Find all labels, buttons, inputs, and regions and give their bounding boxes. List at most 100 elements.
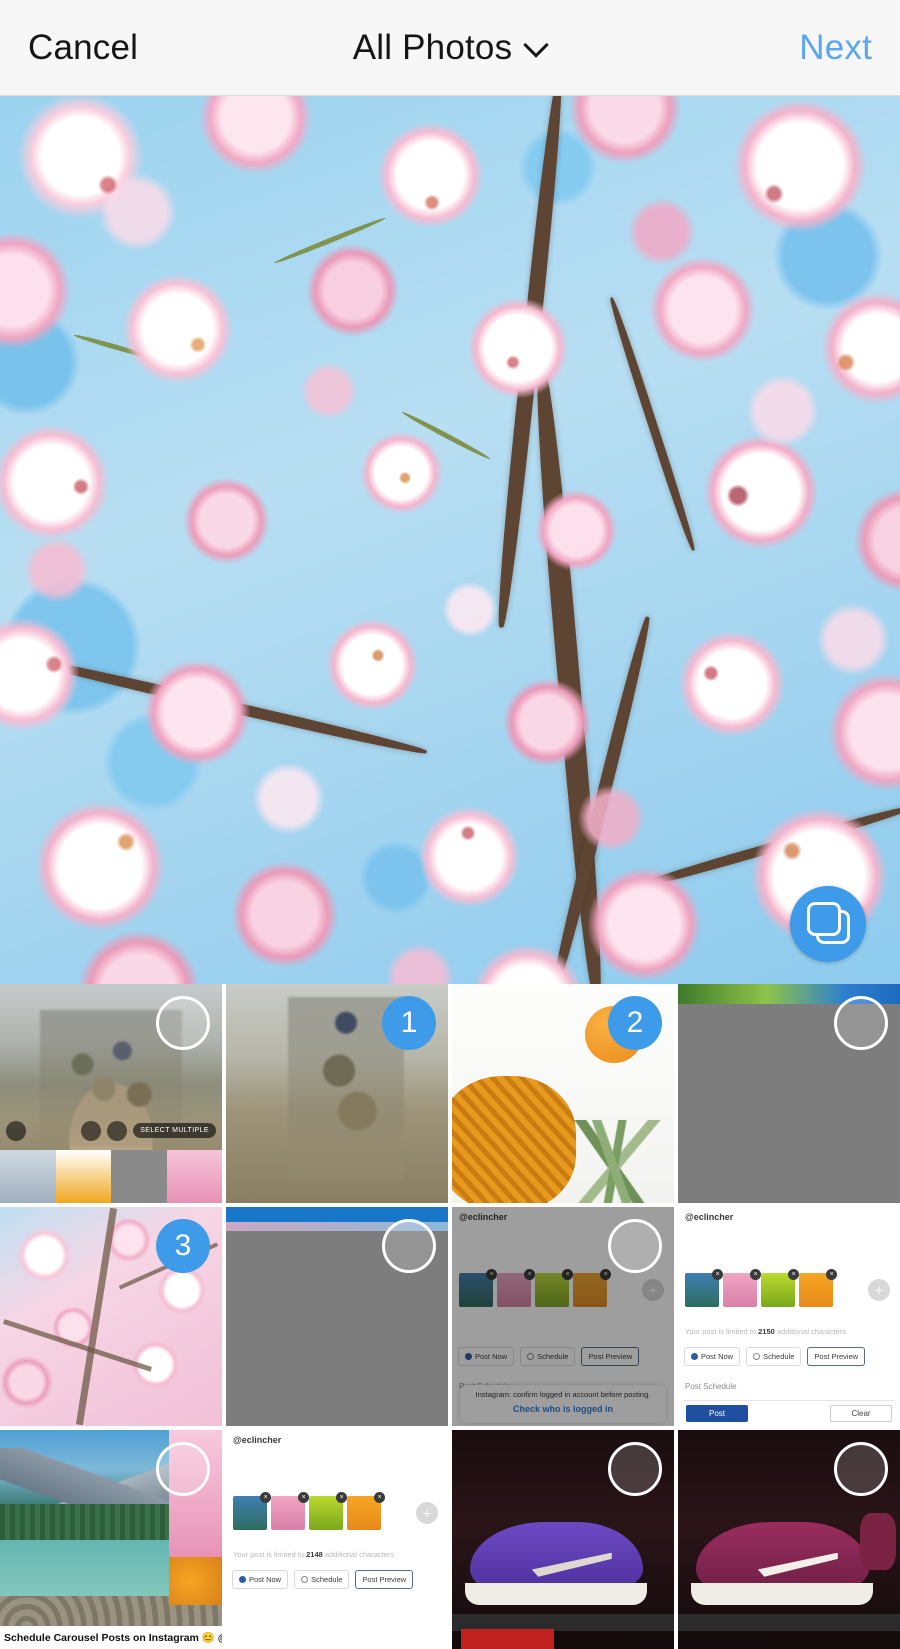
post-action-row: Post Now Schedule Post Preview — [458, 1347, 640, 1367]
x-remove-icon[interactable]: × — [712, 1268, 723, 1280]
media-thumb: × — [347, 1491, 385, 1530]
thumbnail-8[interactable]: @eclincher × × × × + Your post is limite… — [678, 1207, 900, 1426]
filmstrip-item — [111, 1150, 167, 1203]
thumbnail-4[interactable] — [678, 984, 900, 1203]
x-remove-icon[interactable]: × — [524, 1268, 535, 1280]
thumbnail-10[interactable]: @eclincher × × × × + Your post is limite… — [226, 1430, 448, 1649]
preview-image — [0, 96, 900, 984]
clear-button[interactable]: Clear — [830, 1405, 892, 1422]
shoe-sole — [465, 1583, 648, 1606]
shoe-sole — [691, 1583, 874, 1606]
media-thumb: × — [233, 1491, 271, 1530]
x-remove-icon[interactable]: × — [788, 1268, 799, 1280]
post-action-row: Post Now Schedule Post Preview — [232, 1570, 414, 1590]
char-count: 2150 — [758, 1327, 775, 1337]
selection-circle[interactable] — [382, 1219, 436, 1273]
media-thumbnail-row: × × × × — [459, 1268, 611, 1307]
next-button[interactable]: Next — [799, 28, 872, 68]
carousel-caption: Schedule Carousel Posts on Instagram 😊 @… — [0, 1626, 222, 1649]
media-thumb: × — [573, 1268, 611, 1307]
check-logged-in-link[interactable]: Check who is logged in — [513, 1404, 613, 1414]
post-now-button[interactable]: Post Now — [684, 1347, 741, 1367]
post-preview-button[interactable]: Post Preview — [807, 1347, 866, 1367]
clock-icon — [753, 1353, 761, 1361]
selection-circle[interactable] — [834, 1442, 888, 1496]
x-remove-icon[interactable]: × — [600, 1268, 611, 1280]
thumbnail-6[interactable] — [226, 1207, 448, 1426]
thumbnail-2[interactable]: 1 — [226, 984, 448, 1203]
post-now-button[interactable]: Post Now — [458, 1347, 515, 1367]
clock-icon — [527, 1353, 535, 1361]
selection-circle[interactable] — [382, 1442, 436, 1496]
selection-circle[interactable] — [156, 1442, 210, 1496]
alert-text: Instagram: confirm logged in account bef… — [475, 1390, 651, 1399]
cancel-button[interactable]: Cancel — [28, 28, 138, 68]
media-thumb: × — [535, 1268, 573, 1307]
plus-add-icon[interactable]: + — [868, 1279, 890, 1302]
selection-circle[interactable] — [156, 996, 210, 1050]
thumbnail-1[interactable]: SELECT MULTIPLE — [0, 984, 222, 1203]
selection-badge[interactable]: 3 — [156, 1219, 210, 1273]
select-multiple-bar: SELECT MULTIPLE — [0, 1115, 222, 1146]
thumbnail-12[interactable] — [678, 1430, 900, 1649]
account-handle: @eclincher — [233, 1435, 282, 1445]
post-schedule-label: Post Schedule — [685, 1382, 737, 1392]
instagram-alert: Instagram: confirm logged in account bef… — [460, 1385, 666, 1423]
post-preview-button[interactable]: Post Preview — [355, 1570, 414, 1590]
x-remove-icon[interactable]: × — [298, 1491, 309, 1503]
x-remove-icon[interactable]: × — [826, 1268, 837, 1280]
media-thumb: × — [799, 1268, 837, 1307]
x-remove-icon[interactable]: × — [336, 1491, 347, 1503]
chevron-down-icon — [525, 34, 547, 56]
plus-add-icon[interactable]: + — [416, 1502, 438, 1525]
thumbnail-5[interactable]: 3 — [0, 1207, 222, 1426]
media-thumb: × — [459, 1268, 497, 1307]
select-multiple-label: SELECT MULTIPLE — [133, 1123, 216, 1139]
media-thumbnail-row: × × × × — [685, 1268, 837, 1307]
x-remove-icon[interactable]: × — [562, 1268, 573, 1280]
media-thumb: × — [723, 1268, 761, 1307]
post-now-button[interactable]: Post Now — [232, 1570, 289, 1590]
thumbnail-7[interactable]: @eclincher × × × × + Post Now Schedule P… — [452, 1207, 674, 1426]
second-shoe — [860, 1513, 896, 1571]
x-remove-icon[interactable]: × — [486, 1268, 497, 1280]
x-remove-icon[interactable]: × — [750, 1268, 761, 1280]
thumbnail-11[interactable] — [452, 1430, 674, 1649]
clock-icon — [301, 1576, 309, 1584]
selection-badge[interactable]: 2 — [608, 996, 662, 1050]
media-thumbnail-row: × × × × — [233, 1491, 385, 1530]
selection-circle[interactable] — [834, 996, 888, 1050]
thumbnail-3[interactable]: 2 — [452, 984, 674, 1203]
plus-add-icon[interactable]: + — [642, 1279, 664, 1302]
send-icon — [239, 1576, 246, 1584]
selection-badge[interactable]: 1 — [382, 996, 436, 1050]
selection-circle[interactable] — [608, 1442, 662, 1496]
filmstrip-item — [55, 1150, 111, 1203]
filmstrip-item — [0, 1150, 56, 1203]
x-remove-icon[interactable]: × — [374, 1491, 385, 1503]
post-button[interactable]: Post — [686, 1405, 748, 1422]
schedule-button[interactable]: Schedule — [520, 1347, 576, 1367]
side-orange-image — [168, 1557, 222, 1606]
price-tag — [460, 1629, 555, 1649]
media-thumb: × — [761, 1268, 799, 1307]
selection-circle[interactable] — [834, 1219, 888, 1273]
media-thumb: × — [497, 1268, 535, 1307]
carousel-multi-select-button[interactable] — [790, 886, 866, 962]
photo-preview[interactable] — [0, 96, 900, 984]
post-action-row: Post Now Schedule Post Preview — [684, 1347, 866, 1367]
loop-icon — [81, 1120, 102, 1141]
schedule-button[interactable]: Schedule — [746, 1347, 802, 1367]
filmstrip — [0, 1150, 222, 1203]
photo-thumbnail-grid[interactable]: SELECT MULTIPLE 1 2 3 @eclincher × × × ×… — [0, 984, 900, 1649]
schedule-button[interactable]: Schedule — [294, 1570, 350, 1590]
media-thumb: × — [309, 1491, 347, 1530]
flash-icon — [6, 1120, 26, 1141]
x-remove-icon[interactable]: × — [260, 1491, 271, 1503]
post-preview-button[interactable]: Post Preview — [581, 1347, 640, 1367]
send-icon — [465, 1353, 472, 1361]
thumbnail-9[interactable]: Schedule Carousel Posts on Instagram 😊 @… — [0, 1430, 222, 1649]
selection-circle[interactable] — [608, 1219, 662, 1273]
shelf — [678, 1613, 900, 1632]
media-thumb: × — [685, 1268, 723, 1307]
